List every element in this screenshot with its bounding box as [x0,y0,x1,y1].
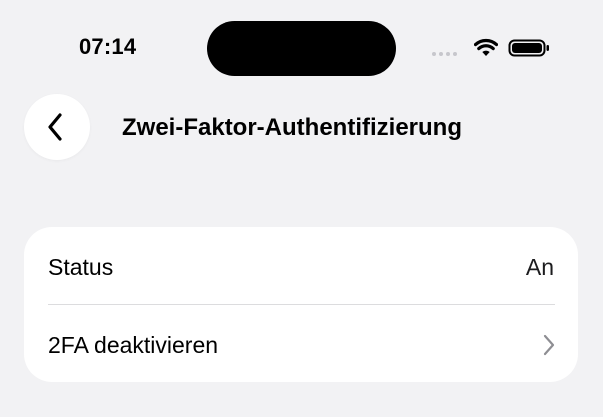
chevron-right-icon [543,334,555,356]
back-button[interactable] [24,94,90,160]
status-value: An [525,254,554,280]
status-time: 07:14 [79,34,137,59]
nav-bar: Zwei-Faktor-Authentifizierung [0,90,603,164]
dynamic-island [207,21,396,76]
status-row: Status An [24,227,578,304]
battery-icon [508,39,549,57]
status-bar: 07:14 [0,0,603,96]
disable-2fa-label: 2FA deaktivieren [48,332,219,358]
wifi-icon [474,38,498,56]
settings-card: Status An 2FA deaktivieren [24,227,578,382]
status-label: Status [48,254,114,280]
signal-icon [432,52,457,56]
chevron-left-icon [48,113,62,141]
disable-2fa-row[interactable]: 2FA deaktivieren [24,305,578,382]
page-title: Zwei-Faktor-Authentifizierung [122,114,462,141]
